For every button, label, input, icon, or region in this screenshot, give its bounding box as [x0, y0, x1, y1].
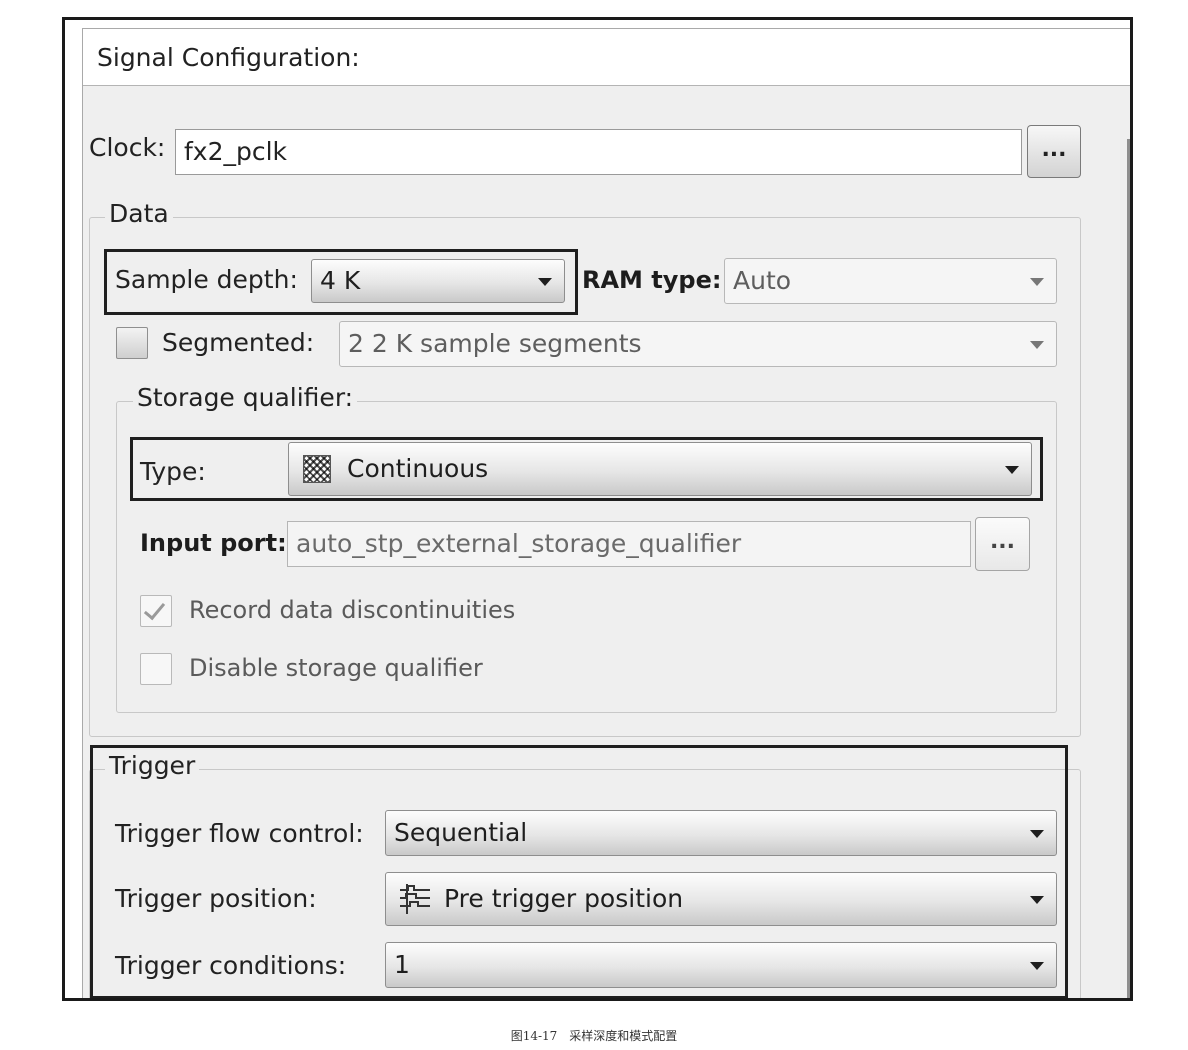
signal-configuration-panel: Signal Configuration: Clock: fx2_pclk ..…: [82, 28, 1130, 998]
clock-label: Clock:: [89, 133, 166, 162]
figure-caption: 图14-17 采样深度和模式配置: [510, 1029, 678, 1043]
pre-trigger-wave-icon: [400, 884, 430, 914]
chevron-down-icon: [1030, 896, 1044, 904]
record-discontinuities-checkbox[interactable]: [140, 595, 172, 627]
segmented-label: Segmented:: [162, 328, 315, 357]
trigger-conditions-value: 1: [394, 950, 410, 979]
input-port-label: Input port:: [140, 529, 287, 557]
chevron-down-icon: [1030, 278, 1044, 286]
chevron-down-icon: [1030, 341, 1044, 349]
input-port-input[interactable]: auto_stp_external_storage_qualifier: [287, 521, 971, 567]
type-highlight: [130, 437, 1043, 501]
disable-qualifier-checkbox[interactable]: [140, 653, 172, 685]
ram-type-value: Auto: [733, 266, 792, 295]
trigger-conditions-label: Trigger conditions:: [115, 951, 347, 980]
segments-value: 2 2 K sample segments: [348, 329, 642, 358]
trigger-conditions-select[interactable]: 1: [385, 942, 1057, 988]
sample-depth-highlight: [104, 249, 578, 315]
clock-input[interactable]: fx2_pclk: [175, 129, 1022, 175]
clock-browse-button[interactable]: ...: [1027, 125, 1081, 178]
chevron-down-icon: [1030, 962, 1044, 970]
trigger-flow-control-select[interactable]: Sequential: [385, 810, 1057, 856]
scrollbar[interactable]: [1127, 139, 1130, 998]
trigger-flow-control-value: Sequential: [394, 818, 528, 847]
chevron-down-icon: [1030, 830, 1044, 838]
disable-qualifier-label: Disable storage qualifier: [189, 654, 483, 682]
segmented-checkbox[interactable]: [116, 327, 148, 359]
checkmark-icon: [143, 597, 166, 621]
data-group-title: Data: [105, 199, 173, 228]
storage-qualifier-title: Storage qualifier:: [133, 383, 358, 412]
ram-type-label: RAM type:: [582, 266, 722, 294]
trigger-position-label: Trigger position:: [115, 884, 317, 913]
screenshot-frame: Signal Configuration: Clock: fx2_pclk ..…: [62, 17, 1133, 1001]
input-port-browse-button[interactable]: ...: [975, 517, 1030, 571]
trigger-position-select[interactable]: Pre trigger position: [385, 872, 1057, 926]
record-discontinuities-label: Record data discontinuities: [189, 596, 516, 624]
segments-select[interactable]: 2 2 K sample segments: [339, 321, 1057, 367]
panel-title: Signal Configuration:: [83, 29, 1130, 86]
trigger-flow-control-label: Trigger flow control:: [115, 819, 364, 848]
trigger-position-value: Pre trigger position: [444, 884, 684, 913]
ram-type-select[interactable]: Auto: [724, 258, 1057, 304]
